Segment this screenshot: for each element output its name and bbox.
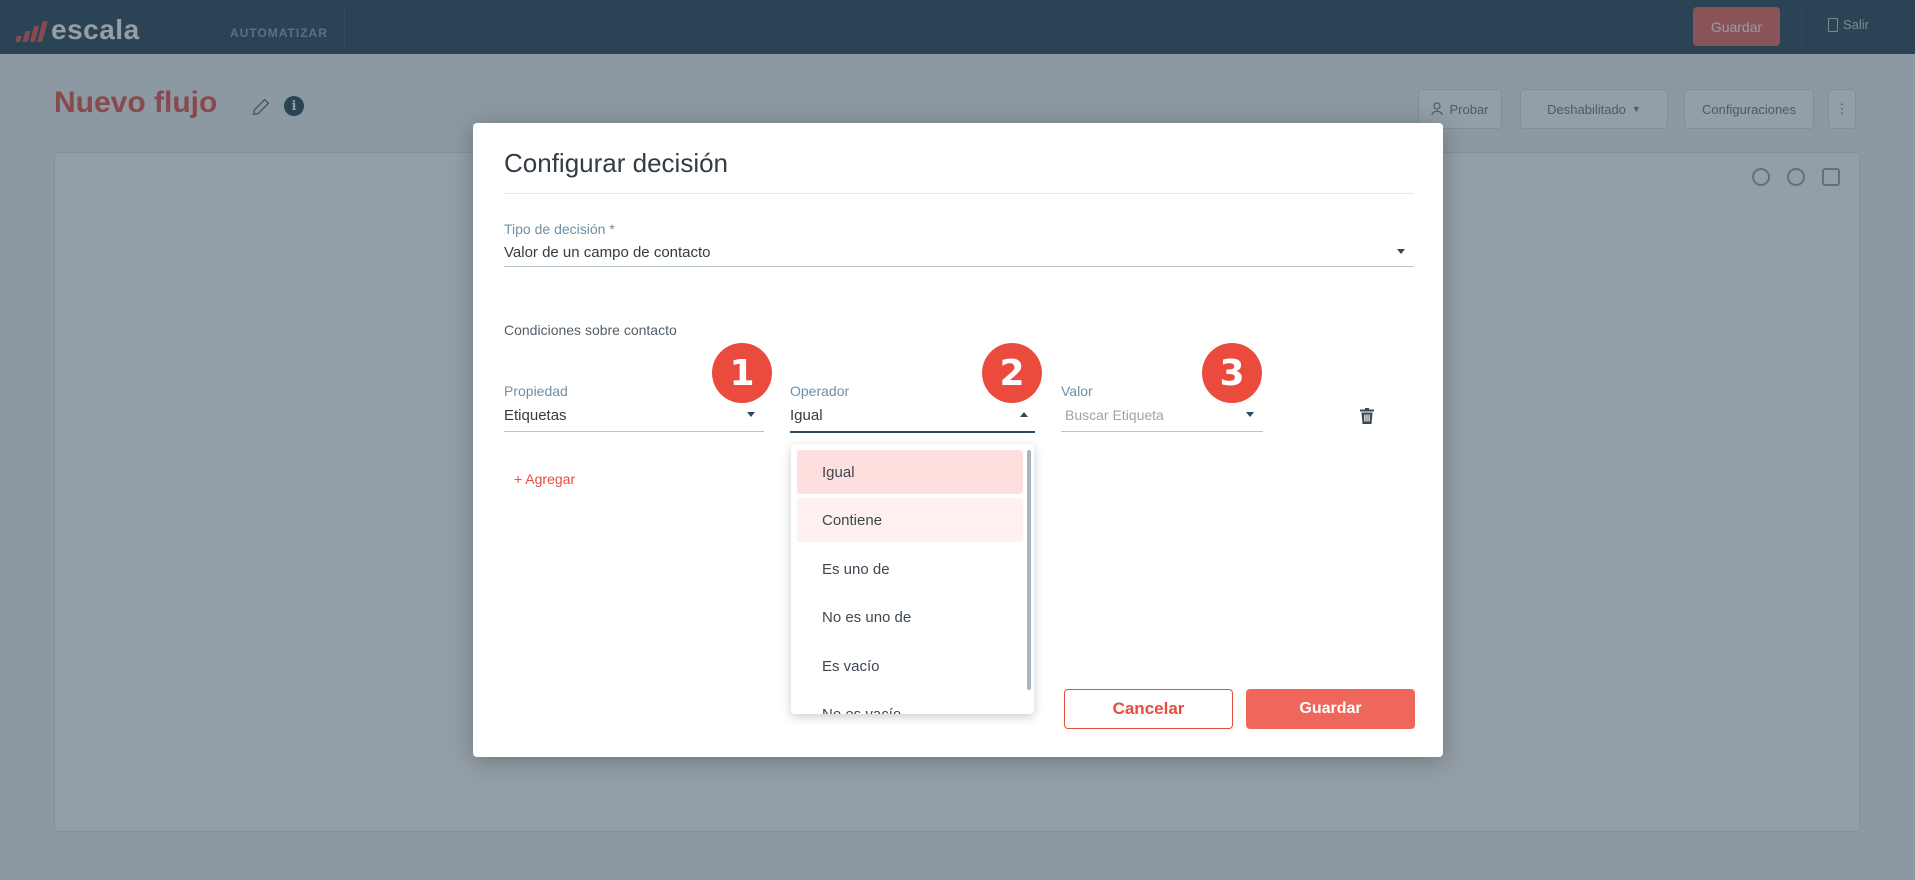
add-condition-link[interactable]: + Agregar — [514, 471, 575, 487]
operator-option-no-es-uno-de[interactable]: No es uno de — [797, 595, 1023, 639]
callout-badge-1: 1 — [712, 343, 772, 403]
decision-type-underline — [504, 266, 1414, 267]
property-caret-icon[interactable] — [747, 412, 755, 417]
operator-dropdown-menu: Igual Contiene Es uno de No es uno de Es… — [791, 444, 1034, 714]
callout-badge-2: 2 — [982, 343, 1042, 403]
dropdown-scrollbar[interactable] — [1027, 450, 1031, 690]
property-label: Propiedad — [504, 383, 568, 399]
property-underline — [504, 431, 764, 432]
valor-underline — [1061, 431, 1263, 432]
operator-option-contiene[interactable]: Contiene — [797, 498, 1023, 542]
valor-search-input[interactable]: Buscar Etiqueta — [1065, 407, 1164, 423]
operator-option-es-uno-de[interactable]: Es uno de — [797, 547, 1023, 591]
decision-type-select[interactable]: Valor de un campo de contacto — [504, 244, 711, 261]
operator-option-es-vacio[interactable]: Es vacío — [797, 644, 1023, 688]
valor-label: Valor — [1061, 383, 1093, 399]
modal-title: Configurar decisión — [504, 148, 729, 178]
operator-input[interactable]: Igual — [790, 407, 823, 424]
operator-caret-icon[interactable] — [1020, 412, 1028, 417]
operator-underline — [790, 431, 1035, 433]
operator-label: Operador — [790, 383, 850, 399]
conditions-label: Condiciones sobre contacto — [504, 322, 677, 338]
decision-type-caret-icon[interactable] — [1397, 249, 1405, 254]
cancel-button[interactable]: Cancelar — [1064, 689, 1233, 729]
valor-caret-icon[interactable] — [1246, 412, 1254, 417]
property-select[interactable]: Etiquetas — [504, 407, 567, 424]
configure-decision-modal: Configurar decisión Tipo de decisión * V… — [473, 123, 1443, 757]
save-button[interactable]: Guardar — [1246, 689, 1415, 729]
operator-option-no-es-vacio[interactable]: No es vacío — [797, 692, 1023, 715]
callout-badge-3: 3 — [1202, 343, 1262, 403]
modal-divider — [504, 193, 1414, 194]
trash-icon[interactable] — [1360, 408, 1374, 424]
operator-option-igual[interactable]: Igual — [797, 450, 1023, 494]
decision-type-label: Tipo de decisión * — [504, 221, 615, 237]
